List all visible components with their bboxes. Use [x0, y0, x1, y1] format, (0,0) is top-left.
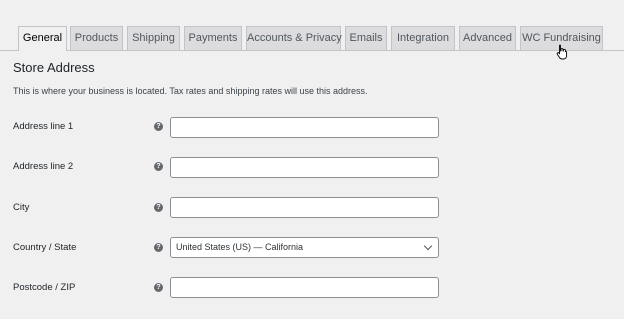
hand-pointer-icon [556, 44, 568, 60]
tab-payments[interactable]: Payments [184, 26, 242, 50]
tab-shipping[interactable]: Shipping [127, 26, 180, 50]
question-circle-icon[interactable]: ? [154, 243, 163, 252]
country-state-label: Country / State [13, 242, 77, 253]
question-circle-icon[interactable]: ? [154, 122, 163, 131]
tab-advanced[interactable]: Advanced [459, 26, 516, 50]
postcode-input[interactable] [170, 277, 439, 298]
country-state-value: United States (US) — California [176, 242, 304, 252]
question-circle-icon[interactable]: ? [154, 203, 163, 212]
city-label: City [13, 202, 30, 213]
address-line-2-input[interactable] [170, 157, 439, 178]
postcode-label: Postcode / ZIP [13, 282, 76, 293]
tab-integration[interactable]: Integration [391, 26, 455, 50]
tab-general[interactable]: General [18, 26, 67, 51]
question-circle-icon[interactable]: ? [154, 162, 163, 171]
address-line-2-label: Address line 2 [13, 161, 74, 172]
city-input[interactable] [170, 197, 439, 218]
address-line-1-label: Address line 1 [13, 121, 74, 132]
tab-emails[interactable]: Emails [345, 26, 387, 50]
country-state-select[interactable]: United States (US) — California [170, 237, 439, 258]
chevron-down-icon [423, 241, 433, 251]
section-description: This is where your business is located. … [13, 86, 368, 96]
settings-tabs: General Products Shipping Payments Accou… [0, 0, 624, 51]
question-circle-icon[interactable]: ? [154, 283, 163, 292]
address-line-1-input[interactable] [170, 117, 439, 138]
tabs-divider [0, 50, 624, 51]
tab-accounts-privacy[interactable]: Accounts & Privacy [246, 26, 342, 50]
tab-products[interactable]: Products [70, 26, 123, 50]
section-title: Store Address [13, 60, 95, 75]
